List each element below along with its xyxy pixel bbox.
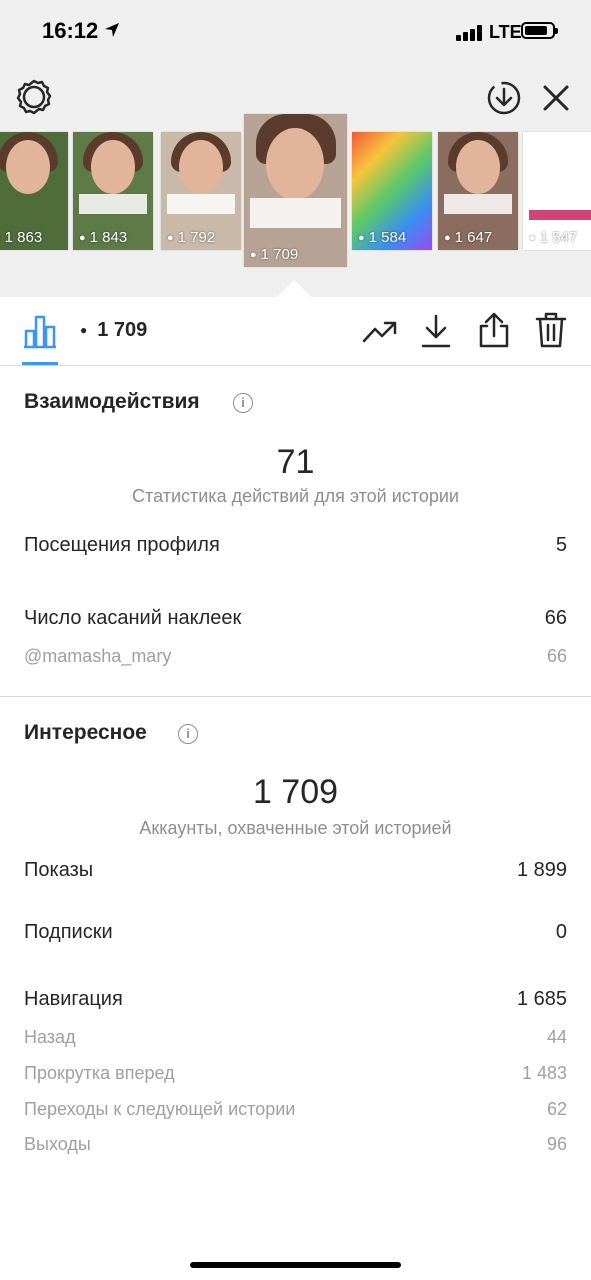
section-divider — [0, 696, 591, 697]
stat-value: 1 483 — [521, 1063, 567, 1083]
stat-label: Показы — [24, 859, 94, 881]
story-views: 1 647 — [444, 229, 493, 246]
story-thumbnails-strip[interactable]: 1 863 1 843 1 792 1 709 1 584 1 647 1 54… — [0, 114, 591, 274]
close-icon[interactable] — [540, 82, 572, 114]
interactions-total: 71 — [276, 443, 315, 481]
stat-value: 96 — [546, 1134, 567, 1154]
share-icon[interactable] — [477, 311, 511, 349]
discovery-caption: Аккаунты, охваченные этой историей — [139, 818, 452, 838]
story-views: 1 843 — [79, 229, 128, 246]
stat-label: @mamasha_mary — [24, 646, 172, 666]
interactions-title: Взаимодействия — [24, 390, 200, 413]
trending-icon[interactable] — [362, 315, 398, 347]
download-icon[interactable] — [420, 313, 452, 349]
stat-label: Подписки — [24, 921, 113, 943]
stat-label: Число касаний наклеек — [24, 607, 242, 629]
discovery-title: Интересное — [24, 721, 147, 744]
stat-value: 66 — [544, 607, 567, 629]
bar-chart-icon[interactable] — [22, 313, 58, 349]
story-views: 1 709 — [250, 246, 299, 263]
status-time: 16:12 — [42, 18, 99, 43]
discovery-info-icon[interactable]: i — [178, 724, 198, 744]
story-thumbnail[interactable]: 1 863 — [0, 132, 68, 250]
story-thumbnail[interactable]: 1 647 — [438, 132, 518, 250]
stat-label: Навигация — [24, 988, 123, 1010]
story-views: 1 863 — [0, 229, 43, 246]
stat-value: 1 899 — [516, 859, 567, 881]
stat-value: 0 — [555, 921, 567, 943]
eye-icon: ● — [80, 323, 88, 337]
delete-trash-icon[interactable] — [534, 311, 568, 349]
stat-label: Назад — [24, 1027, 76, 1047]
network-type: LTE — [489, 22, 522, 42]
stat-label: Прокрутка вперед — [24, 1063, 175, 1083]
stat-value: 5 — [555, 534, 567, 556]
story-thumbnail[interactable]: 1 843 — [73, 132, 153, 250]
views-count: ● 1 709 — [80, 319, 147, 342]
interactions-info-icon[interactable]: i — [233, 393, 253, 413]
active-tab-indicator — [22, 362, 58, 365]
stat-value: 44 — [546, 1027, 567, 1047]
signal-icon — [456, 25, 482, 41]
location-arrow-icon — [105, 23, 119, 37]
stat-value: 1 685 — [516, 988, 567, 1010]
stat-label: Переходы к следующей истории — [24, 1099, 296, 1119]
status-bar: 16:12 LTE — [0, 0, 591, 66]
insights-toolbar: ● 1 709 — [0, 297, 591, 366]
stat-label: Выходы — [24, 1134, 91, 1154]
story-thumbnail[interactable]: 1 584 — [352, 132, 432, 250]
discovery-reach: 1 709 — [252, 773, 339, 811]
interactions-caption: Статистика действий для этой истории — [132, 486, 459, 506]
battery-icon — [521, 22, 558, 39]
story-thumbnail[interactable]: 1 792 — [161, 132, 241, 250]
home-indicator[interactable] — [190, 1262, 401, 1268]
save-download-icon[interactable] — [486, 80, 522, 116]
story-views: 1 792 — [167, 229, 216, 246]
views-value: 1 709 — [97, 319, 148, 341]
story-thumbnail-selected[interactable]: 1 709 — [244, 114, 347, 267]
story-views: 1 547 — [529, 229, 578, 246]
stat-value: 66 — [546, 646, 567, 666]
story-thumbnail[interactable]: 1 547 — [523, 132, 591, 250]
stat-value: 62 — [546, 1099, 567, 1119]
story-header: 1 863 1 843 1 792 1 709 1 584 1 647 1 54… — [0, 66, 591, 297]
settings-gear-icon[interactable] — [14, 78, 54, 118]
story-views: 1 584 — [358, 229, 407, 246]
stat-label: Посещения профиля — [24, 534, 220, 556]
